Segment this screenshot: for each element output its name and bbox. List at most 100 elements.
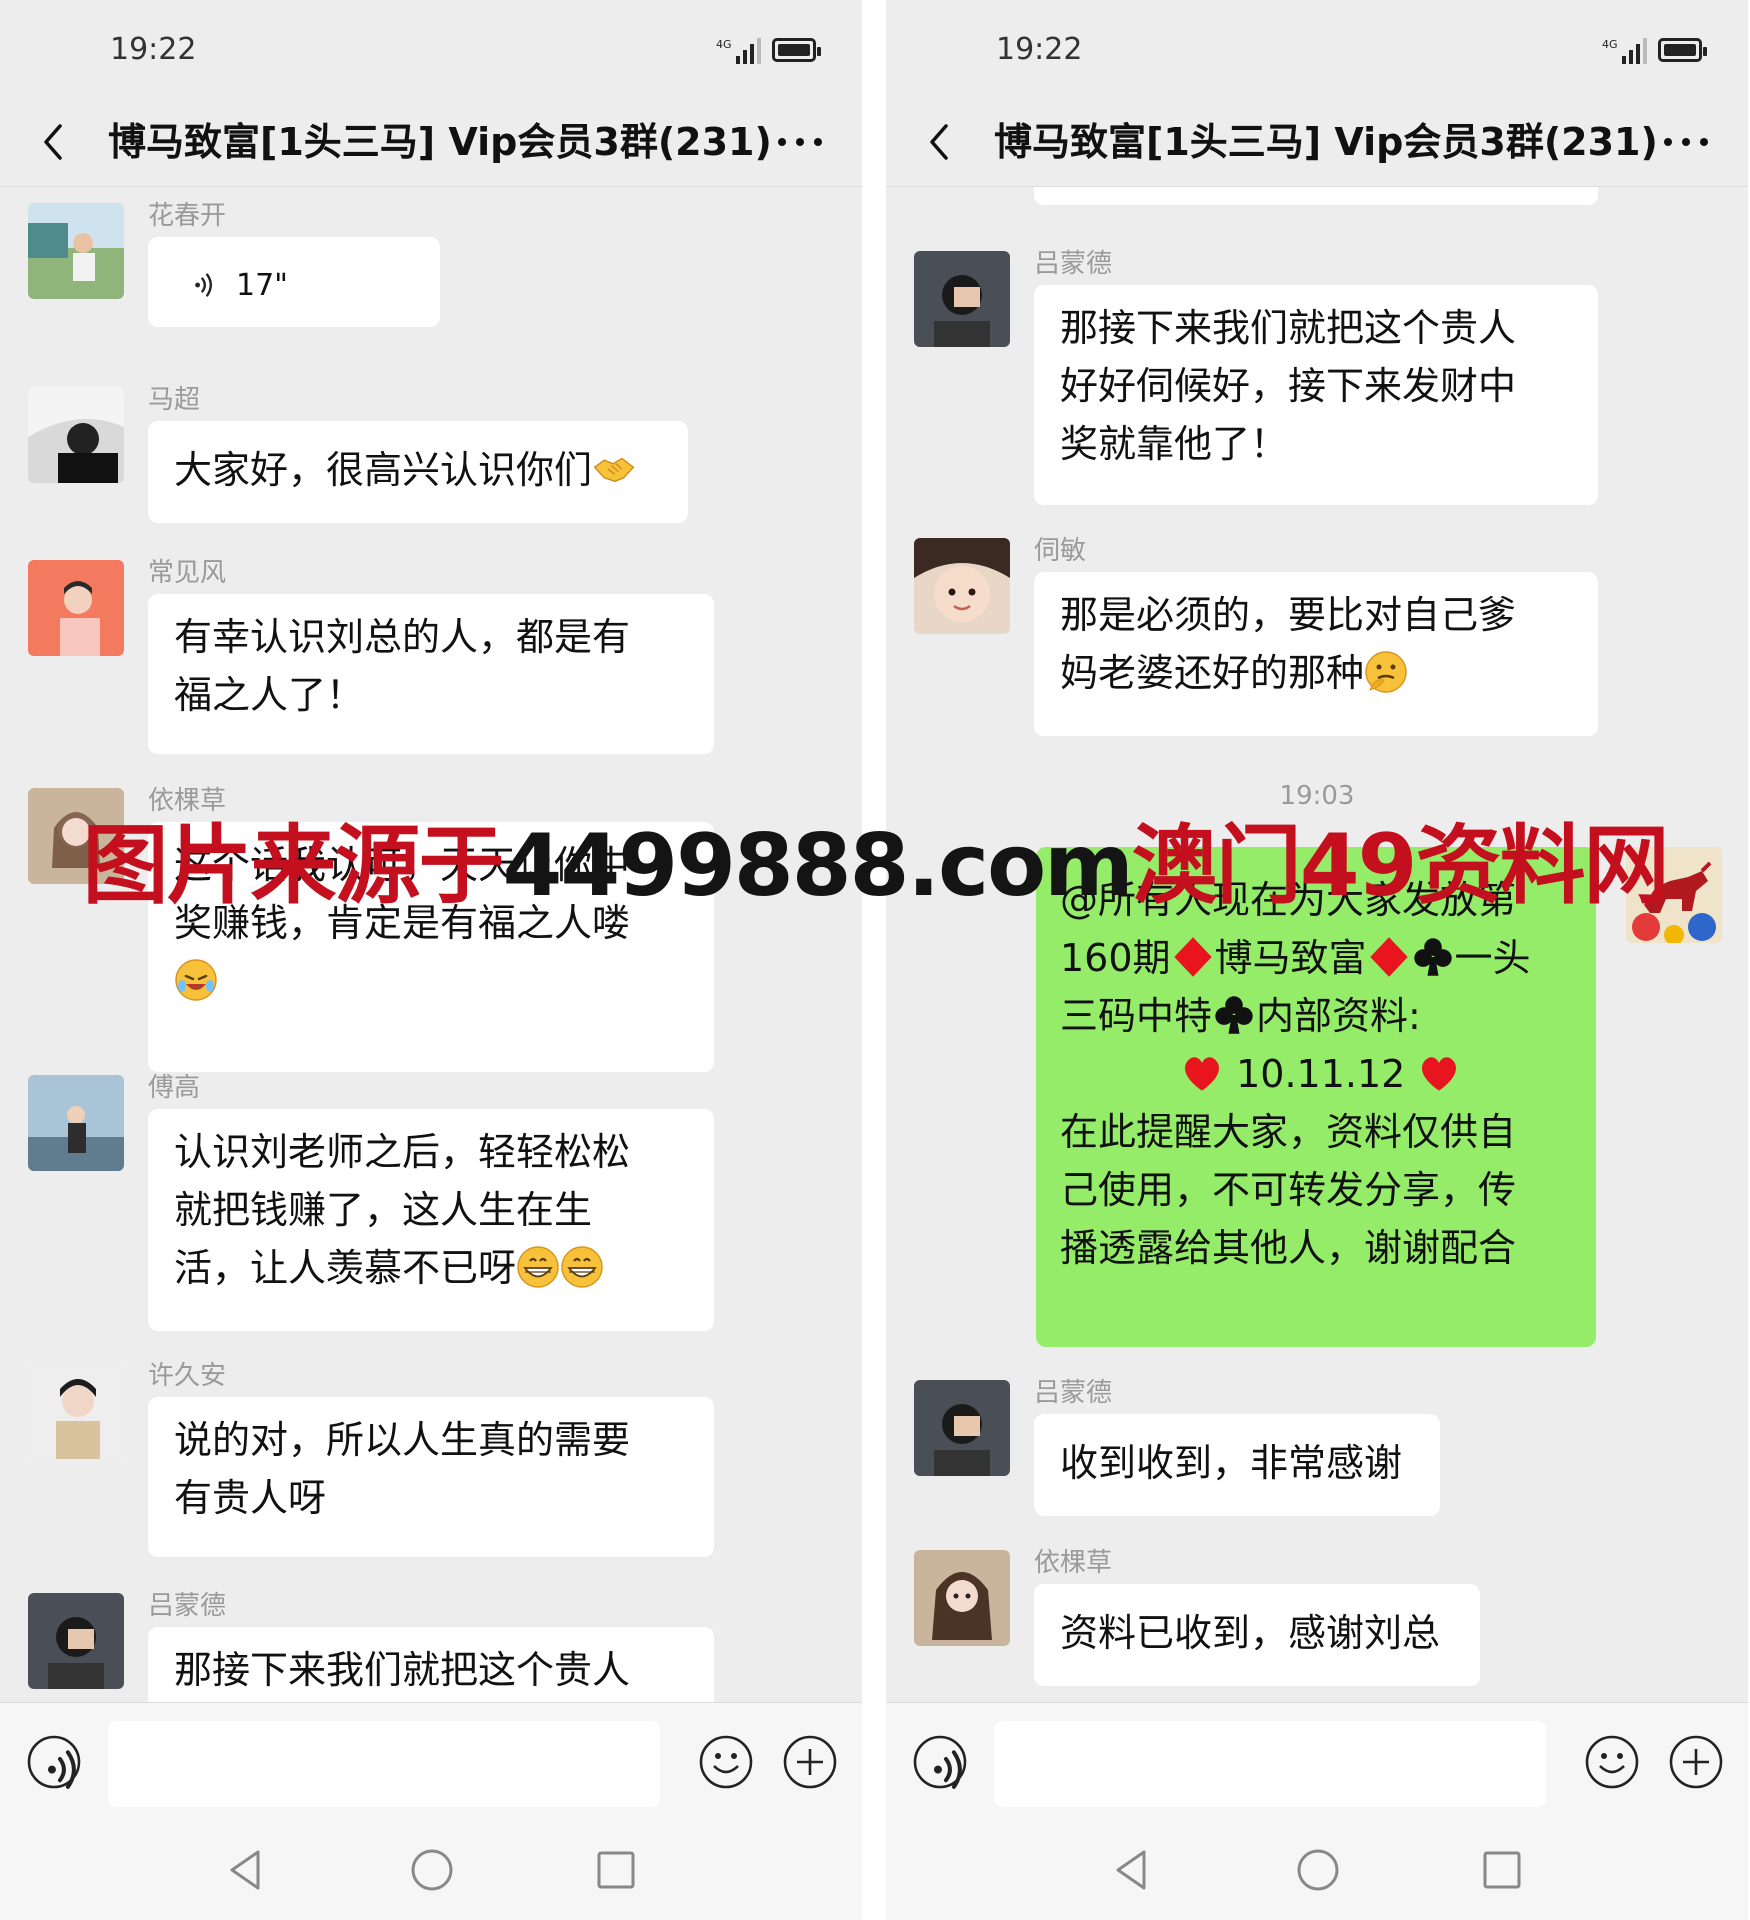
message-line: 福之人了！ [174, 673, 365, 717]
voice-icon [188, 269, 220, 301]
back-arrow-icon[interactable] [30, 112, 80, 172]
network-type: 4G [716, 38, 732, 51]
input-bar [0, 1702, 862, 1821]
network-type: 4G [1602, 38, 1618, 51]
sender-name: 依棵草 [1034, 1548, 1113, 1578]
message-item: 傅高 认识刘老师之后，轻轻松松 就把钱赚了，这人生在生 活，让人羡慕不已呀 [0, 1067, 862, 1337]
message-line: 播透露给其他人，谢谢配合 [1060, 1226, 1517, 1270]
voice-message[interactable]: 17" [148, 237, 440, 327]
back-arrow-icon[interactable] [916, 112, 966, 172]
system-nav-bar [886, 1820, 1748, 1920]
message-line: 那接下来我们就把这个贵人 [1060, 306, 1517, 350]
message-bubble[interactable]: 资料已收到，感谢刘总 [1034, 1584, 1480, 1686]
nav-back-icon[interactable] [1108, 1846, 1156, 1894]
nav-recents-icon[interactable] [1478, 1846, 1526, 1894]
avatar[interactable] [914, 538, 1010, 634]
plus-icon[interactable] [782, 1734, 838, 1790]
message-item: 许久安 说的对，所以人生真的需要 有贵人呀 [0, 1355, 862, 1557]
laughing-crying-emoji-icon [174, 958, 218, 1002]
input-bar [886, 1702, 1748, 1821]
message-bubble[interactable]: 有幸认识刘总的人，都是有 福之人了！ [148, 594, 714, 754]
heart-icon [1417, 1051, 1461, 1095]
chat-screen-left: 19:22 4G 博马致富[1头三马] Vip会员3群(231) 花春开 17" [0, 0, 862, 1920]
message-line: 那接下来我们就把这个贵人 [174, 1648, 631, 1692]
avatar[interactable] [28, 1363, 124, 1459]
message-item: 吕蒙德 那接下来我们就把这个贵人 好好伺候好，接下来发财中 奖就靠他了！ [886, 243, 1748, 505]
system-nav-bar [0, 1820, 862, 1920]
avatar[interactable] [28, 1593, 124, 1689]
watermark-domain-text: 4499888.com [502, 816, 1134, 916]
sender-name: 花春开 [148, 201, 227, 231]
message-text: 内部资料: [1256, 994, 1421, 1038]
message-list[interactable]: 花春开 17" 马超 大家好，很高兴认识你们 常见风 有幸认识刘总的人，都是有 … [0, 187, 862, 1702]
message-bubble[interactable]: 那接下来我们就把这个贵人 那是必须的，要比对自己爹 妈老婆还好的那种 [1034, 572, 1598, 736]
message-line: 奖就靠他了！ [1060, 422, 1289, 466]
message-item: 伺敏 那接下来我们就把这个贵人 那是必须的，要比对自己爹 妈老婆还好的那种 [886, 530, 1748, 740]
chat-screen-right: 19:22 4G 博马致富[1头三马] Vip会员3群(231) 吕蒙德 那接下… [886, 0, 1748, 1920]
voice-duration: 17" [236, 268, 288, 303]
message-input[interactable] [994, 1721, 1546, 1807]
message-item: 依棵草 资料已收到，感谢刘总 [886, 1542, 1748, 1692]
sender-name: 常见风 [148, 558, 227, 588]
sender-name: 伺敏 [1034, 536, 1087, 566]
thinking-emoji-icon [1364, 650, 1408, 694]
watermark: 图片来源于4499888.com澳门49资料网 [0, 795, 1750, 920]
handshake-emoji-icon [592, 447, 636, 491]
nav-back-icon[interactable] [222, 1846, 270, 1894]
avatar[interactable] [28, 1075, 124, 1171]
message-bubble[interactable]: 那接下来我们就把这个贵人 好好伺候好，接下来发财中 奖就靠他了！ [1034, 285, 1598, 505]
group-name-text: 博马致富 [1214, 936, 1367, 980]
signal-icon: 4G [716, 38, 761, 64]
grinning-emoji-icon [560, 1245, 604, 1289]
avatar[interactable] [28, 387, 124, 483]
plus-icon[interactable] [1668, 1734, 1724, 1790]
message-list[interactable]: 吕蒙德 那接下来我们就把这个贵人 好好伺候好，接下来发财中 奖就靠他了！ 伺敏 … [886, 187, 1748, 1702]
chat-title: 博马致富[1头三马] Vip会员3群(231) [108, 120, 772, 164]
message-text: 一头 [1454, 936, 1531, 980]
avatar[interactable] [914, 251, 1010, 347]
message-input[interactable] [108, 1721, 660, 1807]
message-line: 己使用，不可转发分享，传 [1060, 1168, 1517, 1212]
sender-name: 许久安 [148, 1361, 227, 1391]
message-bubble[interactable]: 认识刘老师之后，轻轻松松 就把钱赚了，这人生在生 活，让人羡慕不已呀 [148, 1109, 714, 1331]
message-line: 说的对，所以人生真的需要 [174, 1418, 631, 1462]
more-options-icon[interactable] [770, 112, 830, 172]
message-bubble[interactable]: 收到收到，非常感谢 [1034, 1414, 1440, 1516]
status-time: 19:22 [996, 32, 1083, 67]
heart-icon [1180, 1051, 1224, 1095]
emoji-picker-icon[interactable] [1584, 1734, 1640, 1790]
grinning-emoji-icon [516, 1245, 560, 1289]
message-item: 马超 大家好，很高兴认识你们 [0, 379, 862, 529]
avatar[interactable] [914, 1380, 1010, 1476]
voice-input-icon[interactable] [26, 1734, 82, 1790]
message-bubble-partial[interactable] [1034, 187, 1598, 205]
message-line: 就把钱赚了，这人生在生 [174, 1188, 593, 1232]
sender-name: 吕蒙德 [1034, 249, 1113, 279]
nav-home-icon[interactable] [408, 1846, 456, 1894]
nav-recents-icon[interactable] [592, 1846, 640, 1894]
message-item: 吕蒙德 那接下来我们就把这个贵人 [0, 1585, 862, 1702]
avatar[interactable] [28, 560, 124, 656]
nav-home-icon[interactable] [1294, 1846, 1342, 1894]
avatar[interactable] [28, 203, 124, 299]
own-message-bubble[interactable]: @所有人现在为大家发放第 160期 博马致富 一头 三码中特 内部资料: 10.11.… [1036, 847, 1596, 1347]
message-line: 在此提醒大家，资料仅供自 [1060, 1110, 1517, 1154]
sender-name: 吕蒙德 [148, 1591, 227, 1621]
status-bar: 19:22 4G [886, 0, 1748, 100]
message-bubble[interactable]: 那接下来我们就把这个贵人 [148, 1627, 714, 1702]
more-options-icon[interactable] [1656, 112, 1716, 172]
chat-header: 博马致富[1头三马] Vip会员3群(231) [0, 100, 862, 187]
message-item: 花春开 17" [0, 195, 862, 327]
battery-icon [1658, 38, 1707, 62]
diamond-icon [1171, 935, 1215, 979]
message-bubble[interactable]: 大家好，很高兴认识你们 [148, 421, 688, 523]
sender-name: 吕蒙德 [1034, 1378, 1113, 1408]
message-item: 常见风 有幸认识刘总的人，都是有 福之人了！ [0, 552, 862, 754]
avatar[interactable] [914, 1550, 1010, 1646]
voice-input-icon[interactable] [912, 1734, 968, 1790]
emoji-picker-icon[interactable] [698, 1734, 754, 1790]
club-icon [1212, 993, 1256, 1037]
numbers-text: 10.11.12 [1236, 1052, 1406, 1096]
sender-name: 马超 [148, 385, 201, 415]
message-bubble[interactable]: 说的对，所以人生真的需要 有贵人呀 [148, 1397, 714, 1557]
